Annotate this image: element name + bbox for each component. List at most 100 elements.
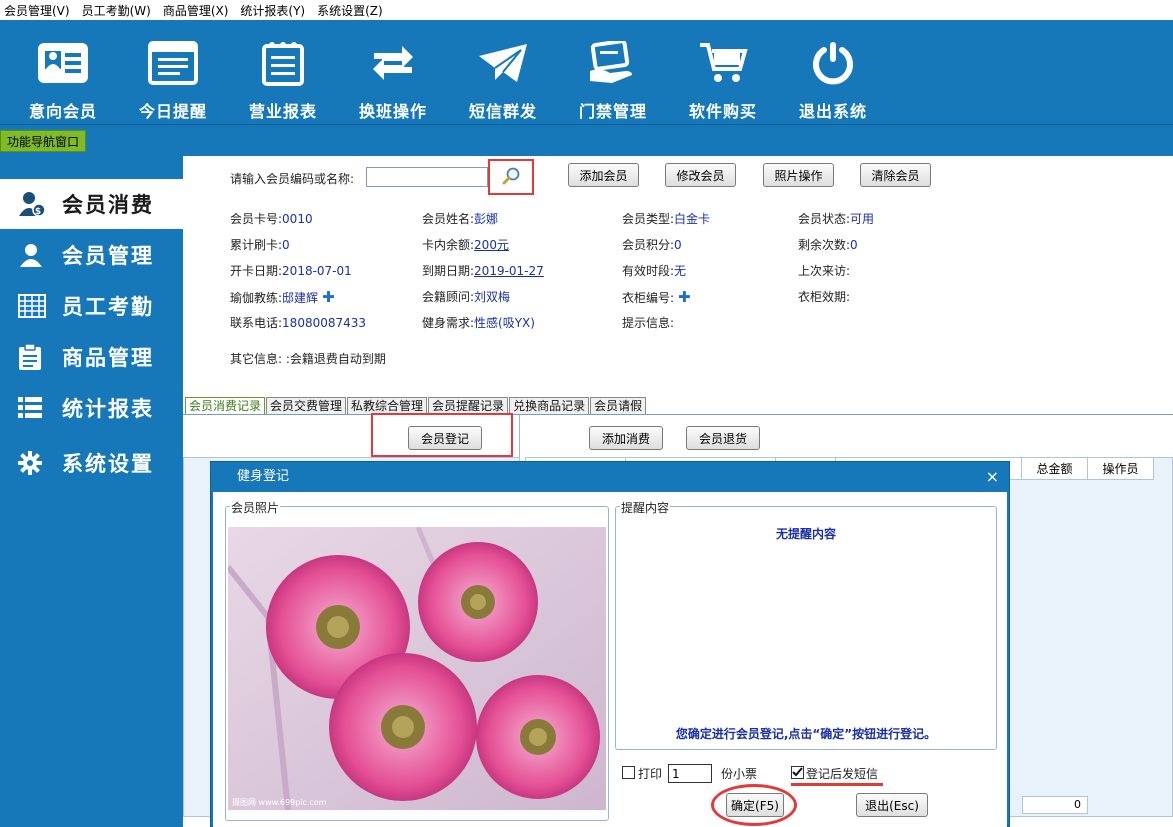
notepad-icon [256,40,310,86]
return-goods-button[interactable]: 会员退货 [686,426,760,450]
sms-checkbox[interactable] [791,766,804,779]
sidebar-item-member-manage[interactable]: 会员管理 [0,230,183,280]
search-input[interactable] [366,167,488,187]
flower-photo-image: 摄图网 www.699pic.com [228,527,606,810]
menu-member[interactable]: 会员管理(V) [4,2,70,19]
group-title: 提醒内容 [620,499,671,516]
group-title: 会员照片 [230,499,281,516]
locker-expire-field: 衣柜效期: [798,290,851,304]
nav-strip [0,124,1173,156]
print-label: 打印 [638,767,663,781]
last-visit-field: 上次来访: [798,264,851,278]
gear-icon [18,451,62,475]
toolbar-label: 今日提醒 [138,102,207,121]
id-card-icon [36,40,90,86]
copies-input[interactable] [668,764,712,783]
print-checkbox[interactable] [622,766,635,779]
add-coach-icon[interactable]: ✚ [322,288,335,306]
toolbar-shift-button[interactable]: 换班操作 [338,20,448,124]
calendar-grid-icon [18,294,62,318]
close-icon[interactable]: × [986,467,999,487]
main-toolbar: 意向会员 今日提醒 营业报表 换班操作 短信群发 门禁管理 软件购买 退出系统 [0,20,1173,124]
sms-underline [791,783,883,786]
menu-settings[interactable]: 系统设置(Z) [317,2,383,19]
add-member-button[interactable]: 添加会员 [568,163,639,187]
sms-label: 登记后发短信 [806,767,879,781]
menu-attendance[interactable]: 员工考勤(W) [82,2,151,19]
toolbar-label: 营业报表 [248,102,317,121]
exit-button[interactable]: 退出(Esc) [856,793,928,817]
toolbar-label: 退出系统 [798,102,867,121]
coach-field: 瑜伽教练:邸建辉 ✚ [230,288,335,306]
svg-text:$: $ [35,207,43,217]
add-consume-button[interactable]: 添加消费 [589,426,663,450]
menu-reports[interactable]: 统计报表(Y) [240,2,305,19]
member-register-button[interactable]: 会员登记 [408,426,482,450]
locker-field: 衣柜编号: ✚ [622,288,691,306]
search-button[interactable] [488,159,534,195]
sidebar-item-attendance[interactable]: 员工考勤 [0,281,183,331]
toolbar-reminder-button[interactable]: 今日提醒 [118,20,228,124]
toolbar-label: 软件购买 [688,102,757,121]
expire-date-link[interactable]: 2019-01-27 [474,264,544,278]
toolbar-prospect-button[interactable]: 意向会员 [8,20,118,124]
tab-consume-records[interactable]: 会员消费记录 [185,397,266,415]
clipboard-icon [18,343,62,371]
toolbar-access-button[interactable]: 门禁管理 [558,20,668,124]
envelope-icon [476,40,530,86]
toolbar-sms-button[interactable]: 短信群发 [448,20,558,124]
balance-link[interactable]: 200元 [474,238,509,252]
search-icon [501,166,521,189]
card-no-field: 会员卡号:0010 [230,212,313,226]
clear-member-button[interactable]: 清除会员 [860,163,931,187]
member-photo: 摄图网 www.699pic.com [228,527,606,810]
photo-operation-button[interactable]: 照片操作 [763,163,834,187]
grid-col-operator: 操作员 [1088,458,1154,480]
dialog-body: 会员照片 摄图网 www.699pic.com 提醒内容 无提醒内容 您确定进行… [213,492,1007,827]
tab-exchange-records[interactable]: 兑换商品记录 [509,397,590,415]
fitness-need-field: 健身需求:性感(吸YX) [422,316,535,330]
add-locker-icon[interactable]: ✚ [678,288,691,306]
toolbar-report-button[interactable]: 营业报表 [228,20,338,124]
sidebar-item-goods[interactable]: 商品管理 [0,332,183,382]
toolbar-exit-button[interactable]: 退出系统 [778,20,888,124]
confirm-button[interactable]: 确定(F5) [726,793,784,817]
sidebar-label: 商品管理 [62,346,154,370]
copies-suffix: 份小票 [721,767,758,781]
power-icon [806,40,860,86]
remind-content-group: 提醒内容 无提醒内容 您确定进行会员登记,点击“确定”按钮进行登记。 [615,499,997,750]
toolbar-label: 意向会员 [28,102,97,121]
photo-watermark: 摄图网 www.699pic.com [232,798,327,807]
menu-goods[interactable]: 商品管理(X) [163,2,229,19]
nav-window-tab[interactable]: 功能导航窗口 [0,130,87,152]
sidebar-label: 会员管理 [62,244,154,268]
sidebar-item-reports[interactable]: 统计报表 [0,383,183,433]
sidebar-item-member-consume[interactable]: $ 会员消费 [0,179,183,229]
remind-text: 无提醒内容 [775,527,836,541]
balance-field: 卡内余额:200元 [422,238,509,252]
sidebar-label: 统计报表 [62,397,154,421]
card-hand-icon [586,40,640,86]
expire-date-field: 到期日期:2019-01-27 [422,264,544,278]
tab-member-leave[interactable]: 会员请假 [590,397,647,415]
remaining-field: 剩余次数:0 [798,238,858,252]
sidebar-item-settings[interactable]: 系统设置 [0,438,183,488]
points-field: 会员积分:0 [622,238,682,252]
sidebar: $ 会员消费 会员管理 员工考勤 商品管理 统计报表 系统设置 [0,156,183,827]
member-photo-group: 会员照片 摄图网 www.699pic.com [225,499,609,821]
advisor-field: 会籍顾问:刘双梅 [422,290,511,304]
dialog-title: 健身登记 [237,469,290,484]
phone-field: 联系电话:18080087433 [230,316,367,330]
tab-payment-manage[interactable]: 会员交费管理 [266,397,347,415]
member-type-field: 会员类型:白金卡 [622,212,711,226]
fitness-register-dialog: 健身登记 × 会员照片 摄图网 www.699pic.com 提醒内容 无提醒内… [210,461,1010,827]
toolbar-label: 换班操作 [358,102,427,121]
menu-bar: 会员管理(V) 员工考勤(W) 商品管理(X) 统计报表(Y) 系统设置(Z) [0,0,1173,20]
toolbar-buy-button[interactable]: 软件购买 [668,20,778,124]
tip-info-field: 提示信息: [622,316,675,330]
list-icon [18,397,62,419]
swipes-field: 累计刷卡:0 [230,238,290,252]
edit-member-button[interactable]: 修改会员 [665,163,736,187]
other-info-field: 其它信息: :会籍退费自动到期 [230,352,386,366]
toolbar-label: 门禁管理 [578,102,647,121]
